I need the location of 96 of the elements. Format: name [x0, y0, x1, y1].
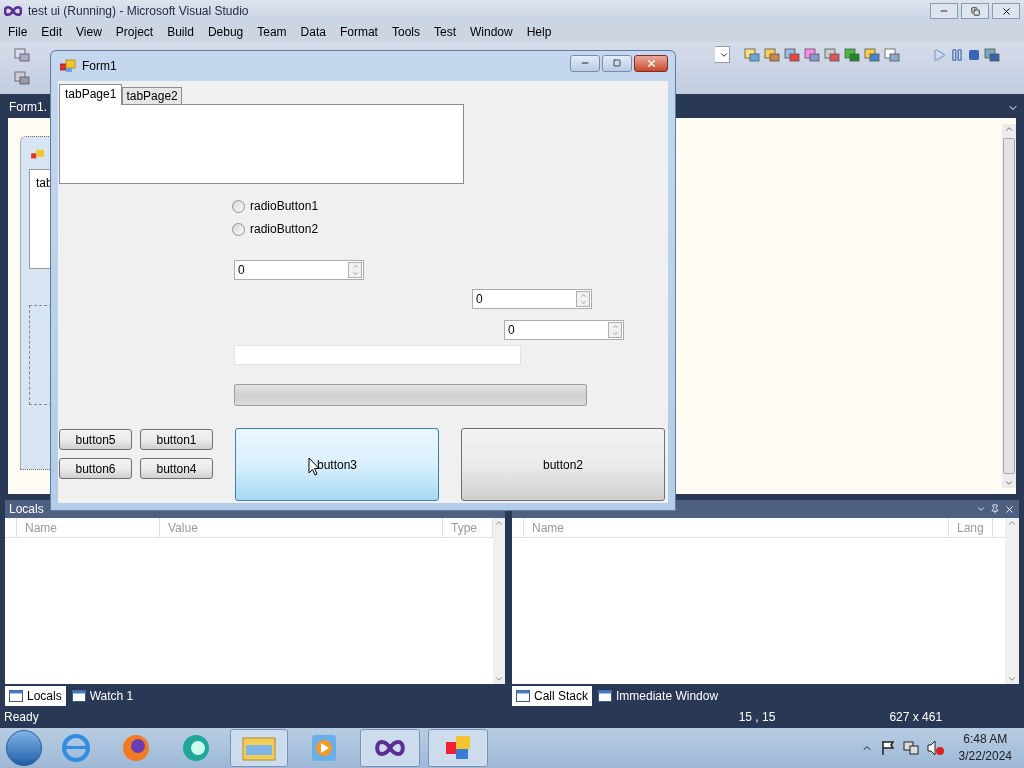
dropdown[interactable] — [715, 46, 730, 63]
toolbar-icon[interactable] — [744, 46, 760, 63]
window-icon — [9, 690, 23, 702]
menu-item[interactable]: Help — [519, 23, 559, 41]
spin-buttons[interactable] — [576, 291, 590, 307]
menu-item[interactable]: Debug — [200, 23, 251, 41]
stop-icon[interactable] — [968, 48, 980, 61]
form-button[interactable]: button4 — [140, 458, 213, 479]
spin-buttons[interactable] — [608, 322, 622, 338]
scrollbar[interactable] — [493, 518, 505, 684]
flag-icon[interactable] — [880, 740, 895, 756]
pause-icon[interactable] — [950, 47, 964, 62]
form-button[interactable]: button2 — [461, 428, 665, 501]
cursor-position: 15 , 15 — [738, 709, 776, 726]
form-button[interactable]: button5 — [59, 429, 132, 450]
form-button[interactable]: button1 — [140, 429, 213, 450]
tab[interactable]: tabPage1 — [59, 84, 123, 105]
taskbar-button[interactable] — [428, 729, 488, 767]
clock-time[interactable]: 6:48 AM — [963, 731, 1008, 748]
pin-icon[interactable] — [990, 504, 1000, 514]
window-icon — [598, 690, 613, 702]
menu-item[interactable]: Data — [293, 23, 333, 41]
taskbar-button[interactable] — [360, 729, 420, 767]
status-text: Ready — [4, 709, 39, 726]
maximize-icon — [613, 59, 621, 67]
scrollbar[interactable] — [1002, 124, 1016, 488]
selection-size: 627 x 461 — [889, 709, 943, 726]
restore-button[interactable] — [961, 3, 989, 19]
tab[interactable]: tabPage2 — [122, 87, 182, 105]
toolbar-icon[interactable] — [864, 46, 880, 63]
document-tab[interactable]: Form1. — [5, 96, 51, 118]
menu-item[interactable]: Project — [108, 23, 161, 41]
scroll-down-icon[interactable] — [1007, 674, 1017, 684]
menu-item[interactable]: Tools — [384, 23, 427, 41]
menu-item[interactable]: Window — [463, 23, 520, 41]
minimize-button[interactable] — [570, 54, 600, 72]
menu-item[interactable]: Build — [160, 23, 201, 41]
scrollbar[interactable] — [1005, 518, 1019, 684]
close-icon — [645, 57, 657, 69]
panel-tab[interactable]: Immediate Window — [594, 686, 723, 706]
minimize-button[interactable] — [930, 3, 958, 19]
scroll-down-icon[interactable] — [1004, 478, 1014, 488]
window-icon — [516, 690, 530, 702]
infinity-icon — [4, 6, 22, 16]
speaker-muted-icon[interactable] — [926, 740, 945, 756]
toolbar-icon[interactable] — [984, 46, 1000, 63]
scroll-up-icon[interactable] — [494, 518, 504, 528]
dropdown-icon[interactable] — [976, 504, 986, 514]
network-icon[interactable] — [902, 740, 919, 756]
toolbar-icon[interactable] — [14, 70, 30, 86]
toolbar-icon[interactable] — [784, 46, 800, 63]
panel-tab[interactable]: Locals — [5, 686, 66, 706]
infinity-icon — [374, 740, 406, 756]
squares-icon — [444, 734, 472, 762]
folder-icon — [242, 735, 276, 761]
radio-button[interactable]: radioButton2 — [232, 220, 319, 238]
close-button[interactable] — [634, 54, 668, 72]
toolbar-icon[interactable] — [764, 46, 780, 63]
toolbar-icon[interactable] — [824, 46, 840, 63]
toolbar-icon[interactable] — [804, 46, 820, 63]
menu-item[interactable]: Format — [332, 23, 385, 41]
window-icon — [71, 690, 86, 702]
close-icon — [1000, 5, 1012, 17]
form-title: Form1 — [82, 58, 117, 75]
radio-button[interactable]: radioButton1 — [232, 197, 319, 215]
form-button[interactable]: button6 — [59, 458, 132, 479]
text-field[interactable] — [234, 345, 521, 365]
numeric-field[interactable]: 0 — [472, 289, 592, 309]
toolbar-icon[interactable] — [14, 47, 30, 63]
scroll-down-icon[interactable] — [494, 674, 504, 684]
menu-item[interactable]: Edit — [34, 23, 70, 41]
form-icon — [60, 59, 76, 73]
clock-date[interactable]: 3/22/2024 — [958, 748, 1012, 765]
menu-item[interactable]: View — [69, 23, 109, 41]
menu-item[interactable]: Test — [427, 23, 463, 41]
panel-tab[interactable]: Watch 1 — [67, 686, 138, 706]
scroll-thumb[interactable] — [1003, 138, 1015, 474]
spin-buttons[interactable] — [348, 262, 362, 278]
toolbar-icon[interactable] — [844, 46, 860, 63]
numeric-field[interactable]: 0 — [504, 320, 624, 340]
close-button[interactable] — [992, 3, 1020, 19]
menu-item[interactable]: Team — [250, 23, 294, 41]
panel-tab[interactable]: Call Stack — [512, 686, 593, 706]
play-icon[interactable] — [932, 47, 946, 62]
form-button[interactable]: button3 — [235, 428, 439, 501]
scroll-up-icon[interactable] — [1007, 518, 1017, 528]
restore-icon — [970, 6, 980, 16]
form-icon — [31, 149, 45, 161]
numeric-field[interactable]: 0 — [234, 260, 364, 280]
toolbar-icon[interactable] — [884, 46, 900, 63]
start-button[interactable] — [6, 730, 42, 766]
scroll-up-icon[interactable] — [1004, 124, 1014, 134]
close-icon[interactable] — [1004, 503, 1015, 515]
menu-item[interactable]: File — [1, 23, 35, 41]
panel-title: Locals — [8, 501, 45, 518]
window-title: test ui (Running) - Microsoft Visual Studio — [28, 3, 249, 20]
